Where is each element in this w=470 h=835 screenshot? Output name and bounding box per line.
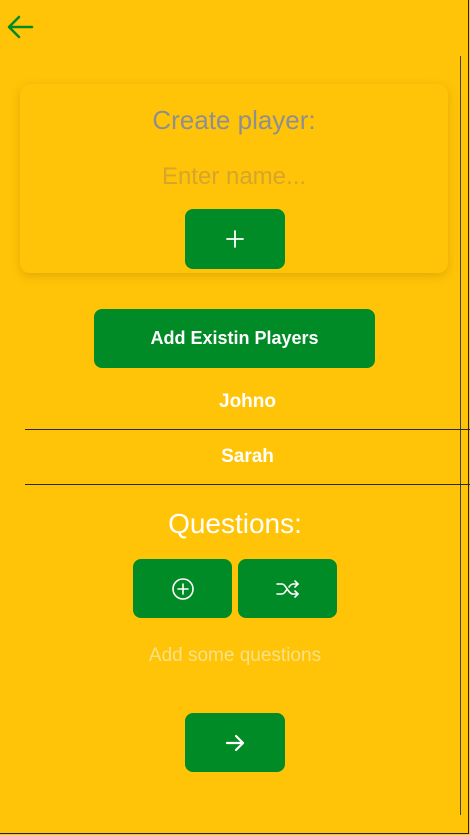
next-button[interactable] bbox=[185, 713, 285, 772]
shuffle-icon bbox=[275, 579, 299, 598]
arrow-left-icon bbox=[7, 15, 34, 39]
arrow-right-icon bbox=[225, 734, 245, 751]
plus-icon bbox=[226, 230, 244, 248]
create-player-card: Create player: bbox=[20, 84, 448, 273]
player-list-item[interactable]: Sarah bbox=[25, 430, 470, 485]
create-player-title: Create player: bbox=[152, 105, 316, 135]
player-name-input[interactable] bbox=[80, 160, 388, 194]
add-existing-players-button[interactable]: Add Existin Players bbox=[94, 309, 375, 368]
player-name: Sarah bbox=[221, 446, 274, 467]
add-player-button[interactable] bbox=[185, 209, 285, 269]
shuffle-questions-button[interactable] bbox=[238, 559, 337, 618]
questions-empty-message: Add some questions bbox=[148, 645, 322, 666]
add-question-button[interactable] bbox=[133, 559, 232, 618]
back-button[interactable] bbox=[4, 12, 36, 42]
add-existing-players-label: Add Existin Players bbox=[150, 328, 319, 348]
questions-heading: Questions: bbox=[168, 508, 302, 539]
player-list-item[interactable]: Johno bbox=[25, 375, 470, 430]
plus-circle-icon bbox=[171, 577, 194, 600]
player-name: Johno bbox=[219, 391, 276, 412]
